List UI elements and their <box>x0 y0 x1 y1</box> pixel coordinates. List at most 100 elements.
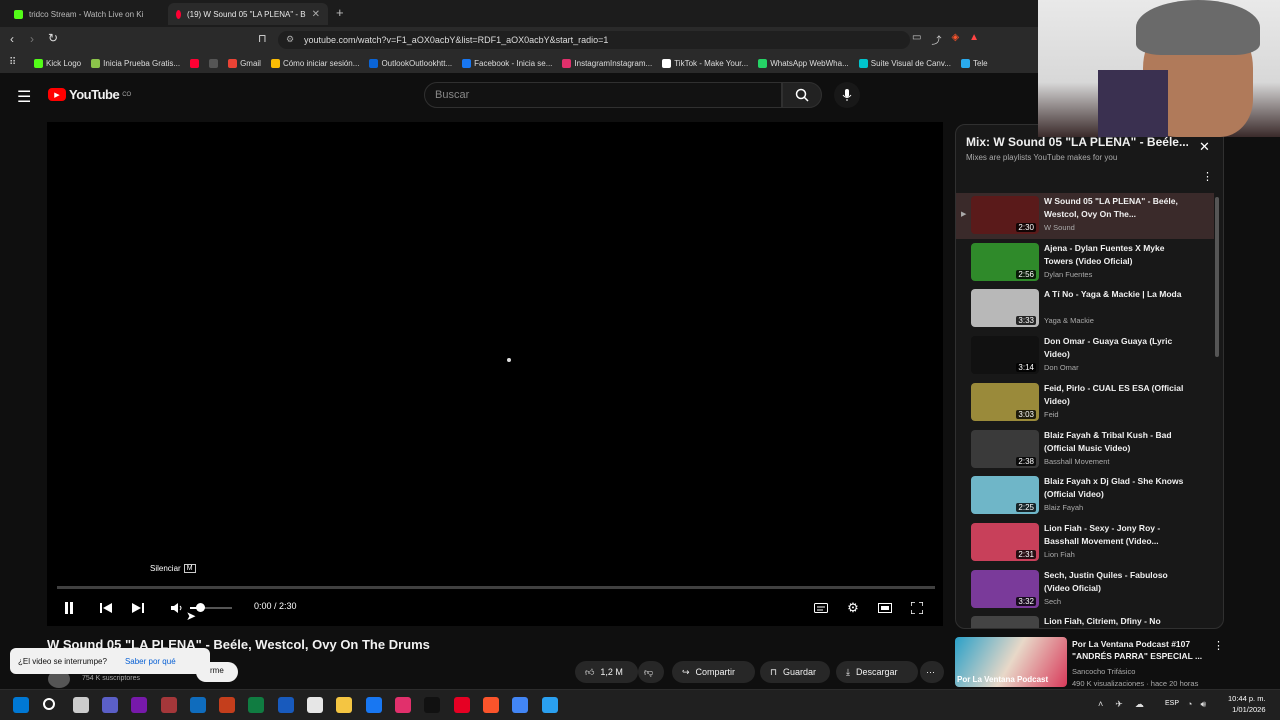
settings-icon[interactable]: ⚙ <box>845 600 861 616</box>
share-icon[interactable]: ⤴ <box>931 32 941 47</box>
word-icon[interactable] <box>278 697 294 713</box>
explorer-icon[interactable] <box>336 697 352 713</box>
playlist-item[interactable]: 3:14 Don Omar - Guaya Guaya (Lyric Video)… <box>956 333 1214 379</box>
url-bar[interactable]: ⚙ youtube.com/watch?v=F1_aOX0acbY&list=R… <box>278 31 910 49</box>
bookmark-item[interactable]: Inicia Prueba Gratis... <box>91 58 180 68</box>
next-button[interactable] <box>129 599 147 617</box>
playlist-item[interactable]: 2:25 Blaiz Fayah x Dj Glad - She Knows (O… <box>956 473 1214 519</box>
playlist-item[interactable]: 3:32 Sech, Justin Quiles - Fabuloso (Vide… <box>956 567 1214 613</box>
video-player[interactable] <box>47 122 943 626</box>
volume-slider[interactable] <box>190 603 232 612</box>
bookmark-item[interactable]: Facebook - Inicia se... <box>462 58 552 68</box>
bookmark-item[interactable]: WhatsApp WebWha... <box>758 58 849 68</box>
facebook-icon[interactable] <box>366 697 382 713</box>
recommended-video[interactable]: Por La Ventana Podcast Por La Ventana Po… <box>955 637 1225 688</box>
start-icon[interactable] <box>13 697 29 713</box>
back-icon[interactable]: ‹ <box>10 32 14 46</box>
apps-grid-icon[interactable]: ⠿ <box>9 57 16 68</box>
menu-icon[interactable]: ☰ <box>17 87 31 107</box>
quick-settings[interactable]: ◔ 🔊︎ <box>1187 699 1206 710</box>
more-actions-button[interactable]: ⋯ <box>920 661 944 683</box>
cloud-icon[interactable]: ☁ <box>1135 699 1144 710</box>
youtube-logo[interactable]: ▶ YouTube CO <box>48 87 131 102</box>
reload-icon[interactable]: ↻ <box>48 31 58 45</box>
clock[interactable]: 10:44 p. m. 1/01/2026 <box>1228 693 1266 715</box>
tab-youtube[interactable]: (19) W Sound 05 "LA PLENA" - B ✕ <box>168 3 328 25</box>
bookmark-item[interactable] <box>209 58 219 68</box>
volume-handle[interactable] <box>196 603 206 612</box>
brave-shield-icon[interactable]: ◈ <box>951 32 959 47</box>
close-tab-icon[interactable]: ✕ <box>312 9 320 20</box>
playlist-item[interactable]: ▶ 2:30 W Sound 05 "LA PLENA" - Beéle, West… <box>956 193 1214 239</box>
new-tab-button[interactable]: + <box>336 5 344 20</box>
bookmark-item[interactable]: InstagramInstagram... <box>562 58 652 68</box>
bookmark-item[interactable]: Gmail <box>228 58 261 68</box>
bookmark-icon <box>270 58 280 68</box>
playlist-item-channel: Lion Fiah <box>1044 549 1075 559</box>
volume-button[interactable] <box>168 599 186 617</box>
bookmark-item[interactable]: Cómo iniciar sesión... <box>270 58 359 68</box>
app-icon[interactable] <box>542 697 558 713</box>
playlist-item[interactable]: 2:31 Lion Fiah - Sexy - Jony Roy - Bassha… <box>956 520 1214 566</box>
playlist-item-channel: Feid <box>1044 409 1059 419</box>
cast-icon[interactable]: ▭ <box>912 32 921 47</box>
subscriber-count: 754 K suscriptores <box>82 675 140 682</box>
playlist-item[interactable]: 2:56 Ajena - Dylan Fuentes X Myke Towers … <box>956 240 1214 286</box>
clock-date: 1/01/2026 <box>1232 705 1266 714</box>
teams-icon[interactable] <box>102 697 118 713</box>
rewards-icon[interactable]: ▲ <box>969 32 979 47</box>
download-button[interactable]: ⤓ Descargar <box>836 661 918 683</box>
playlist-menu-icon[interactable]: ⋮ <box>1202 170 1213 183</box>
playlist-item[interactable]: 3:33 A Tí No - Yaga & Mackie | La Moda Yag… <box>956 286 1214 332</box>
bookmark-item[interactable]: TikTok - Make Your... <box>662 58 748 68</box>
onenote-icon[interactable] <box>131 697 147 713</box>
bookmark-item[interactable] <box>190 58 200 68</box>
fullscreen-button[interactable] <box>909 600 925 616</box>
recommended-menu-icon[interactable]: ⋮ <box>1213 639 1224 652</box>
taskview-icon[interactable] <box>73 697 89 713</box>
tiktok-icon[interactable] <box>424 697 440 713</box>
playlist-item[interactable]: Lion Fiah, Citriem, Dfiny - No <box>956 613 1214 628</box>
voice-search-button[interactable] <box>834 82 860 108</box>
forward-icon[interactable]: › <box>30 32 34 46</box>
tray-expand-icon[interactable]: ˄ <box>1098 699 1103 710</box>
save-button[interactable]: ⊓ Guardar <box>760 661 830 683</box>
save-label: Guardar <box>783 667 817 677</box>
access-icon[interactable] <box>161 697 177 713</box>
dislike-button[interactable]: 👎︎ <box>638 661 664 683</box>
bookmark-item[interactable]: Kick Logo <box>34 58 81 68</box>
playlist-item[interactable]: 2:38 Blaiz Fayah & Tribal Kush - Bad (Off… <box>956 427 1214 473</box>
chrome-icon[interactable] <box>512 697 528 713</box>
playlist-scrollbar[interactable] <box>1215 197 1219 357</box>
network-off-icon[interactable]: ✈ <box>1115 699 1123 710</box>
tab-kick[interactable]: tridco Stream - Watch Live on Ki <box>6 3 164 25</box>
theater-button[interactable] <box>877 600 893 616</box>
bookmark-item[interactable]: Suite Visual de Canv... <box>858 58 951 68</box>
search-icon <box>795 88 809 102</box>
bookmark-item[interactable]: Tele <box>960 58 988 68</box>
search-button[interactable] <box>782 82 822 108</box>
search-input[interactable]: Buscar <box>424 82 782 108</box>
playlist-item[interactable]: 3:03 Feid, Pirlo - CUAL ES ESA (Official … <box>956 380 1214 426</box>
instagram-icon[interactable] <box>395 697 411 713</box>
pause-button[interactable] <box>60 599 78 617</box>
language-indicator[interactable]: ESP <box>1165 700 1179 707</box>
search-icon[interactable] <box>43 698 55 710</box>
close-playlist-icon[interactable]: ✕ <box>1199 139 1210 155</box>
brave-icon[interactable] <box>483 697 499 713</box>
outlook-icon[interactable] <box>190 697 206 713</box>
learn-why-link[interactable]: Saber por qué <box>125 657 176 666</box>
subtitles-button[interactable] <box>813 600 829 616</box>
like-button[interactable]: 👍︎ 1,2 M <box>575 661 638 683</box>
previous-button[interactable] <box>97 599 115 617</box>
site-info-icon[interactable]: ⚙ <box>286 34 294 45</box>
progress-bar[interactable] <box>57 586 935 589</box>
bookmark-item[interactable]: OutlookOutlookhtt... <box>369 58 452 68</box>
subscribe-button[interactable]: rme <box>196 662 238 682</box>
store-icon[interactable] <box>307 697 323 713</box>
share-button[interactable]: ↪ Compartir <box>672 661 755 683</box>
bookmark-icon[interactable]: ⊓ <box>258 32 267 45</box>
powerpoint-icon[interactable] <box>219 697 235 713</box>
excel-icon[interactable] <box>248 697 264 713</box>
pinterest-icon[interactable] <box>454 697 470 713</box>
